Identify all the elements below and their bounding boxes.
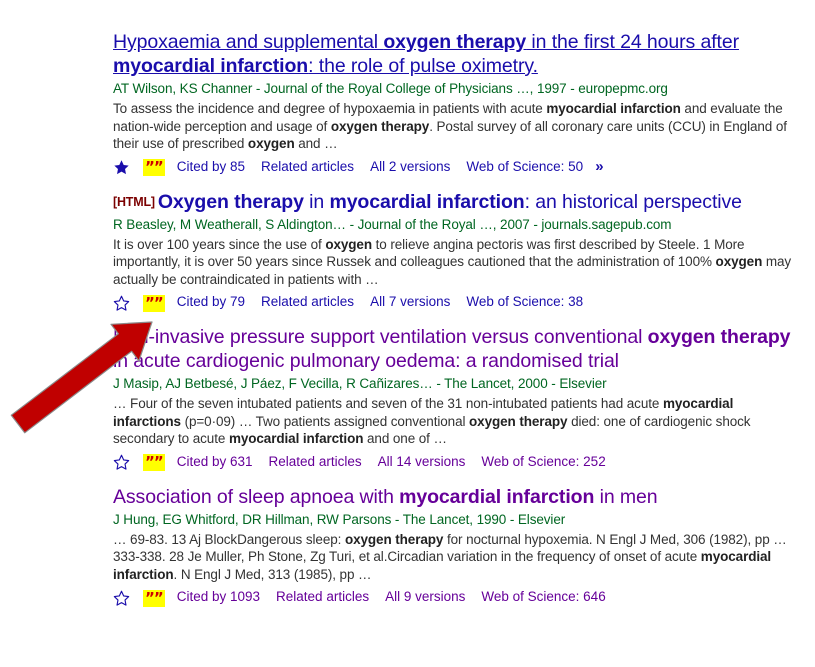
highlighted-term: oxygen therapy	[469, 413, 568, 429]
text-fragment: … Four of the seven intubated patients a…	[113, 396, 663, 411]
result-actions-row: ”” Cited by 1093 Related articles All 9 ver…	[113, 587, 803, 607]
highlighted-term: myocardial infarction	[329, 190, 525, 213]
highlighted-term: oxygen	[715, 254, 763, 269]
related-articles-link[interactable]: Related articles	[261, 293, 354, 311]
text-fragment: To assess the incidence and degree of hy…	[113, 101, 547, 116]
text-fragment: and …	[294, 136, 338, 151]
all-versions-link[interactable]: All 2 versions	[370, 158, 450, 176]
cite-quote-icon[interactable]: ””	[143, 589, 165, 607]
search-results-list: Hypoxaemia and supplemental oxygen thera…	[113, 30, 803, 620]
highlighted-term: myocardial infarction	[546, 101, 681, 116]
cite-quote-icon[interactable]: ””	[143, 159, 165, 176]
highlighted-term: oxygen therapy	[330, 118, 430, 134]
highlighted-term: oxygen therapy	[344, 531, 444, 547]
web-of-science-link[interactable]: Web of Science: 50	[466, 158, 583, 176]
all-versions-link[interactable]: All 9 versions	[385, 588, 465, 606]
star-outline-icon[interactable]	[113, 454, 130, 471]
all-versions-link[interactable]: All 14 versions	[378, 453, 466, 471]
result-title: [HTML] Oxygen therapy in myocardial infar…	[113, 190, 803, 214]
result-title: Non-invasive pressure support ventilatio…	[113, 325, 803, 373]
result-authors-venue: R Beasley, M Weatherall, S Aldington… - …	[113, 216, 672, 232]
text-fragment: Hypoxaemia and supplemental	[113, 31, 384, 53]
cite-quote-icon[interactable]: ””	[143, 454, 165, 471]
scholar-results-page: Hypoxaemia and supplemental oxygen thera…	[0, 0, 815, 667]
result-title: Association of sleep apnoea with myocard…	[113, 485, 803, 509]
text-fragment: Association of sleep apnoea with	[113, 485, 400, 508]
cited-by-link[interactable]: Cited by 85	[177, 158, 245, 176]
result-authors-venue: J Hung, EG Whitford, DR Hillman, RW Pars…	[113, 511, 566, 527]
cited-by-link[interactable]: Cited by 1093	[177, 588, 260, 606]
highlighted-term: oxygen therapy	[647, 326, 791, 348]
search-result: Association of sleep apnoea with myocard…	[113, 485, 803, 608]
result-title: Hypoxaemia and supplemental oxygen thera…	[113, 30, 803, 78]
highlighted-term: oxygen	[247, 136, 295, 151]
highlighted-term: myocardial infarction	[399, 485, 595, 508]
result-snippet: To assess the incidence and degree of hy…	[113, 100, 803, 153]
highlighted-term: Oxygen therapy	[157, 190, 304, 213]
star-filled-icon[interactable]	[113, 159, 130, 176]
highlighted-term: oxygen	[325, 236, 372, 252]
result-actions-row: ”” Cited by 85 Related articles All 2 versi…	[113, 157, 803, 177]
text-fragment: in men	[594, 485, 658, 508]
highlighted-term: myocardial infarction	[113, 55, 309, 77]
star-outline-icon[interactable]	[113, 295, 130, 312]
web-of-science-link[interactable]: Web of Science: 38	[466, 293, 583, 311]
result-title-link[interactable]: Hypoxaemia and supplemental oxygen thera…	[113, 31, 739, 77]
text-fragment: in	[303, 190, 330, 213]
result-snippet: … Four of the seven intubated patients a…	[113, 395, 803, 448]
text-fragment: and one of …	[363, 431, 447, 446]
related-articles-link[interactable]: Related articles	[269, 453, 362, 471]
cite-quote-icon[interactable]: ””	[143, 294, 165, 312]
search-result: Non-invasive pressure support ventilatio…	[113, 325, 803, 472]
text-fragment: It is over 100 years since the use of	[113, 236, 326, 252]
text-fragment: in acute cardiogenic pulmonary oedema: a…	[113, 350, 619, 372]
text-fragment: : the role of pulse oximetry.	[308, 55, 538, 77]
text-fragment: Non-invasive pressure support ventilatio…	[113, 326, 648, 348]
text-fragment: in the first 24 hours after	[526, 31, 739, 53]
cited-by-link[interactable]: Cited by 79	[177, 293, 245, 311]
result-actions-row: ”” Cited by 631 Related articles All 14 ver…	[113, 452, 803, 472]
result-title-link[interactable]: Non-invasive pressure support ventilatio…	[113, 326, 791, 372]
text-fragment: (p=0·09) … Two patients assigned convent…	[180, 413, 470, 429]
web-of-science-link[interactable]: Web of Science: 646	[481, 588, 605, 606]
result-authors-venue: J Masip, AJ Betbesé, J Páez, F Vecilla, …	[113, 376, 607, 391]
cited-by-link[interactable]: Cited by 631	[177, 453, 253, 471]
more-options-icon[interactable]: »	[595, 158, 604, 176]
result-type-tag: [HTML]	[113, 194, 155, 209]
result-title-link[interactable]: Oxygen therapy in myocardial infarction:…	[158, 191, 742, 213]
result-title-link[interactable]: Association of sleep apnoea with myocard…	[113, 486, 658, 508]
star-outline-icon[interactable]	[113, 590, 130, 607]
related-articles-link[interactable]: Related articles	[276, 588, 369, 606]
result-authors-venue: AT Wilson, KS Channer - Journal of the R…	[113, 81, 668, 96]
text-fragment: … 69-83. 13 Aj BlockDangerous sleep:	[113, 531, 345, 547]
result-actions-row: ”” Cited by 79 Related articles All 7 versi…	[113, 292, 803, 312]
result-snippet: It is over 100 years since the use of ox…	[113, 236, 803, 289]
highlighted-term: myocardial infarction	[228, 431, 364, 446]
all-versions-link[interactable]: All 7 versions	[370, 293, 450, 311]
text-fragment: : an historical perspective	[524, 190, 742, 213]
highlighted-term: oxygen therapy	[383, 31, 527, 53]
web-of-science-link[interactable]: Web of Science: 252	[481, 453, 605, 471]
text-fragment: . N Engl J Med, 313 (1985), pp …	[173, 566, 372, 582]
search-result: [HTML] Oxygen therapy in myocardial infar…	[113, 190, 803, 313]
result-snippet: … 69-83. 13 Aj BlockDangerous sleep: oxy…	[113, 531, 803, 584]
related-articles-link[interactable]: Related articles	[261, 158, 354, 176]
search-result: Hypoxaemia and supplemental oxygen thera…	[113, 30, 803, 177]
